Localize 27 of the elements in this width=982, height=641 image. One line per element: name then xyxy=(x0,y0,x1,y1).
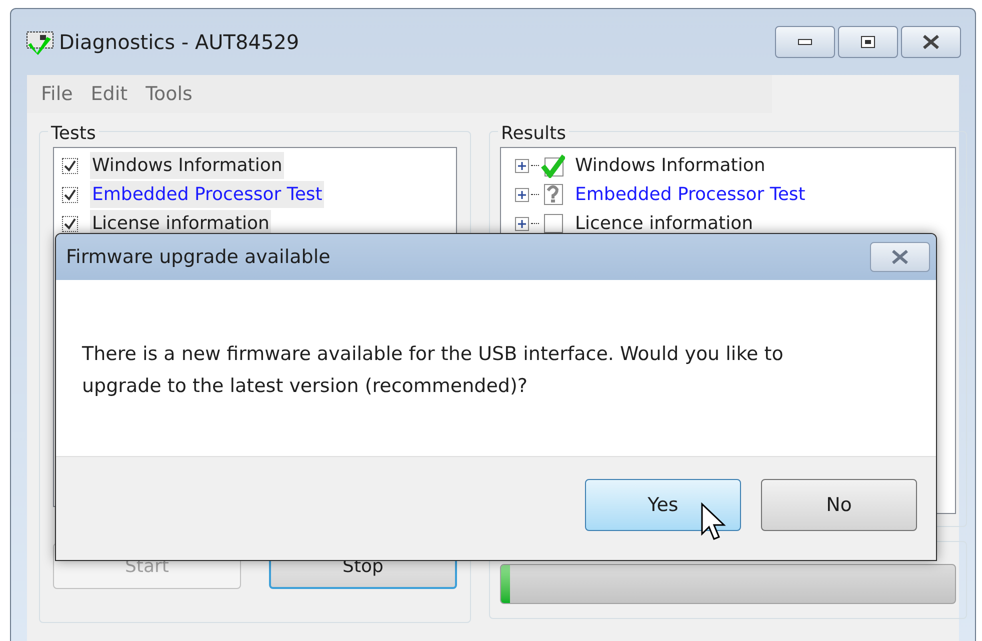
tree-item[interactable]: Windows Information xyxy=(575,152,766,179)
menu-item[interactable]: File xyxy=(37,80,77,108)
maximize-icon xyxy=(861,36,875,48)
maximize-button[interactable] xyxy=(838,26,898,58)
expand-icon[interactable] xyxy=(515,188,529,202)
expand-icon[interactable] xyxy=(515,158,529,172)
dialog-button[interactable]: Yes xyxy=(585,479,741,531)
close-button[interactable] xyxy=(901,26,961,58)
checkbox[interactable] xyxy=(62,216,78,232)
tree-item[interactable]: Embedded Processor Test xyxy=(575,181,806,208)
expand-icon[interactable] xyxy=(515,216,529,230)
minimize-icon xyxy=(798,39,812,45)
list-item[interactable]: Windows Information xyxy=(90,152,284,179)
dialog-message: There is a new firmware available for the USB interface. Would you like to upgrade to the latest version (recommended)? xyxy=(82,342,784,399)
menu-item[interactable]: Tools xyxy=(142,80,196,108)
close-icon xyxy=(922,35,940,49)
checkbox[interactable] xyxy=(62,158,78,174)
dialog-title: Firmware upgrade available xyxy=(66,244,330,270)
menu-item[interactable]: Edit xyxy=(86,80,132,108)
close-icon xyxy=(891,250,909,264)
tree-item[interactable]: Licence information xyxy=(575,210,753,237)
window-title: Diagnostics - AUT84529 xyxy=(59,29,300,56)
checkbox[interactable] xyxy=(62,186,78,202)
close-button[interactable] xyxy=(870,242,930,272)
dialog-button[interactable]: No xyxy=(761,479,917,531)
list-item[interactable]: Embedded Processor Test xyxy=(90,181,324,208)
chip-icon xyxy=(25,29,55,55)
